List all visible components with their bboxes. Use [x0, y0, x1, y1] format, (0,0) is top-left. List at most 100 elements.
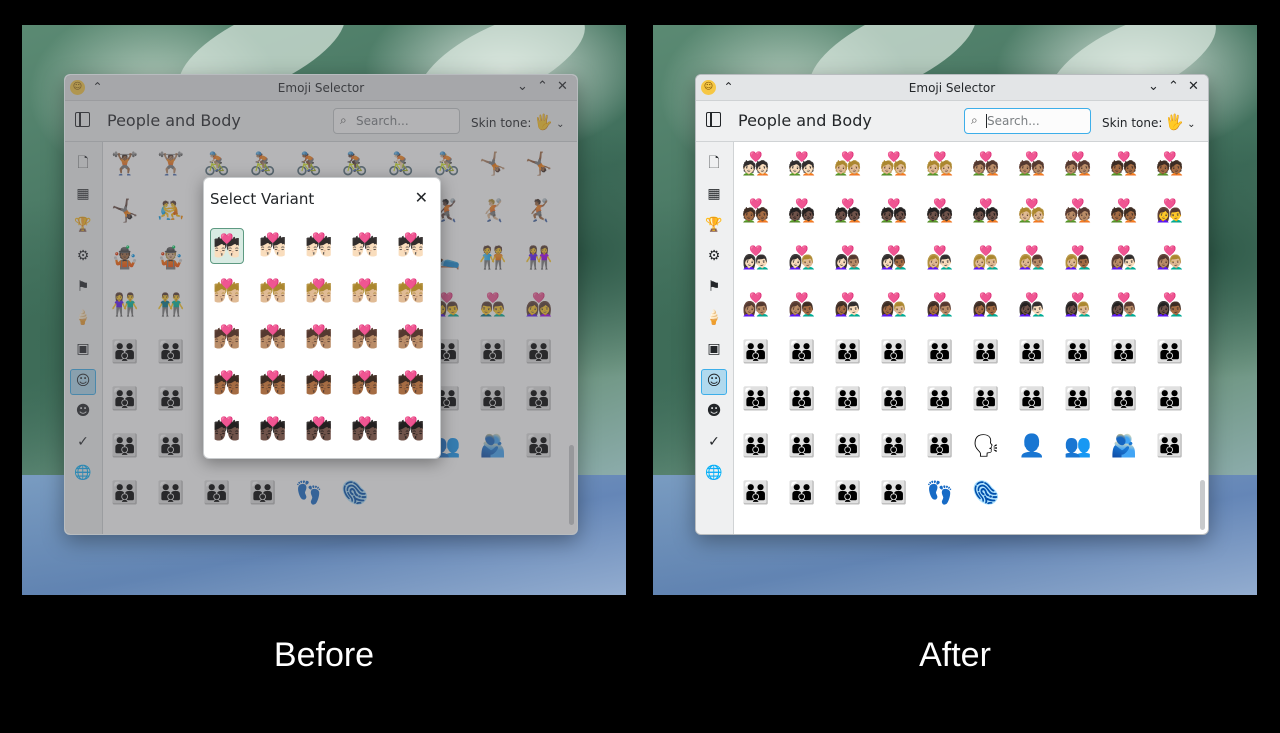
emoji-cell[interactable]: 👪 [922, 382, 958, 418]
variant-cell[interactable]: 💏🏿 [394, 412, 428, 448]
variant-cell[interactable]: 💏🏽 [210, 320, 244, 356]
emoji-cell[interactable]: 💑🏾 [1106, 194, 1142, 230]
emoji-cell[interactable]: 👪 [1106, 382, 1142, 418]
variant-cell[interactable]: 💏🏼 [394, 274, 428, 310]
emoji-cell[interactable]: 👪 [876, 476, 912, 512]
emoji-cell[interactable]: 👪 [784, 382, 820, 418]
variant-cell[interactable]: 💏🏿 [302, 412, 336, 448]
variant-cell[interactable]: 💏🏾 [256, 366, 290, 402]
emoji-cell[interactable]: 👩🏻‍❤️‍👨🏾 [876, 241, 912, 277]
variant-cell[interactable]: 💏🏿 [348, 412, 382, 448]
emoji-cell[interactable]: 👩🏼‍❤️‍👨🏾 [1060, 241, 1096, 277]
emoji-cell[interactable]: 👩🏾‍❤️‍👨🏼 [876, 288, 912, 324]
emoji-cell[interactable]: 💑🏼 [922, 147, 958, 183]
emoji-cell[interactable]: 🫆 [968, 476, 1004, 512]
recent-icon[interactable]: 🗋 [703, 152, 725, 174]
emoji-cell[interactable]: 👩🏻‍❤️‍👨🏼 [784, 241, 820, 277]
emoji-cell[interactable]: 💑🏽 [968, 147, 1004, 183]
variant-cell[interactable]: 💏🏾 [348, 366, 382, 402]
checkmark-icon[interactable]: ✓ [703, 431, 725, 453]
emoji-cell[interactable]: 👪 [784, 476, 820, 512]
emoji-cell[interactable]: 👩🏼‍❤️‍👨🏼 [968, 241, 1004, 277]
emoji-cell[interactable]: 🫂 [1106, 429, 1142, 465]
emoji-cell[interactable]: 👩🏼‍❤️‍👨🏽 [1014, 241, 1050, 277]
variant-cell[interactable]: 💏🏼 [210, 274, 244, 310]
emoji-cell[interactable]: 💑🏻 [738, 147, 774, 183]
emoji-cell[interactable]: 👪 [738, 476, 774, 512]
variant-cell[interactable]: 💏🏻 [348, 228, 382, 264]
emoji-cell[interactable]: 👩🏿‍❤️‍👨🏻 [1014, 288, 1050, 324]
emoji-cell[interactable]: 👩🏼‍❤️‍👨🏻 [922, 241, 958, 277]
globe-icon[interactable]: 🌐 [703, 462, 725, 484]
variant-cell[interactable]: 💏🏻 [210, 228, 244, 264]
variant-cell[interactable]: 💏🏿 [210, 412, 244, 448]
scrollbar[interactable] [1200, 480, 1205, 530]
emoji-cell[interactable]: 👪 [876, 382, 912, 418]
emoji-cell[interactable]: 👪 [1060, 382, 1096, 418]
emoji-cell[interactable]: 👤 [1014, 429, 1050, 465]
variant-cell[interactable]: 💏🏻 [394, 228, 428, 264]
emoji-cell[interactable]: 💑🏼 [1014, 194, 1050, 230]
emoji-cell[interactable]: 👪 [784, 429, 820, 465]
emoji-cell[interactable]: 👪 [922, 335, 958, 371]
variant-cell[interactable]: 💏🏼 [256, 274, 290, 310]
emoji-cell[interactable]: 💑🏾 [1106, 147, 1142, 183]
emoji-cell[interactable]: 👪 [738, 429, 774, 465]
emoji-cell[interactable]: 👪 [830, 335, 866, 371]
emoji-cell[interactable]: 👩🏻‍❤️‍👨🏽 [830, 241, 866, 277]
close-button[interactable]: ✕ [1186, 79, 1201, 94]
emoji-cell[interactable]: 👩‍❤️‍👨 [1152, 194, 1188, 230]
emoji-cell[interactable]: 💑🏽 [1060, 147, 1096, 183]
emoji-cell[interactable]: 💑🏽 [1060, 194, 1096, 230]
flag-icon[interactable]: ⚑ [703, 276, 725, 298]
emoji-cell[interactable]: 👪 [830, 382, 866, 418]
emoji-cell[interactable]: 👩🏿‍❤️‍👨🏾 [1152, 288, 1188, 324]
emoji-cell[interactable]: 👩🏽‍❤️‍👨🏽 [738, 288, 774, 324]
variant-cell[interactable]: 💏🏽 [394, 320, 428, 356]
emoji-cell[interactable]: 💑🏿 [968, 194, 1004, 230]
emoji-cell[interactable]: 💑🏻 [784, 147, 820, 183]
emoji-cell[interactable]: 👪 [1152, 335, 1188, 371]
variant-cell[interactable]: 💏🏻 [302, 228, 336, 264]
variant-cell[interactable]: 💏🏻 [256, 228, 290, 264]
maximize-button[interactable]: ⌃ [1166, 79, 1181, 94]
variant-cell[interactable]: 💏🏿 [256, 412, 290, 448]
emoji-cell[interactable]: 💑🏿 [830, 194, 866, 230]
search-input[interactable]: ⌕ Search... [964, 108, 1091, 134]
emoji-cell[interactable]: 👪 [738, 335, 774, 371]
variant-cell[interactable]: 💏🏽 [302, 320, 336, 356]
emoji-cell[interactable]: 👪 [876, 429, 912, 465]
symbols-icon[interactable]: ▣ [703, 338, 725, 360]
emoji-cell[interactable]: 👥 [1060, 429, 1096, 465]
emoji-cell[interactable]: 👪 [876, 335, 912, 371]
emoji-cell[interactable]: 👪 [968, 335, 1004, 371]
emoji-cell[interactable]: 💑🏽 [1014, 147, 1050, 183]
variant-cell[interactable]: 💏🏾 [302, 366, 336, 402]
emoji-cell[interactable]: 👩🏾‍❤️‍👨🏻 [830, 288, 866, 324]
emoji-cell[interactable]: 👪 [738, 382, 774, 418]
trophy-icon[interactable]: 🏆 [703, 214, 725, 236]
variant-cell[interactable]: 💏🏼 [302, 274, 336, 310]
variant-cell[interactable]: 💏🏽 [348, 320, 382, 356]
emoji-cell[interactable]: 💑🏿 [876, 194, 912, 230]
emoji-cell[interactable]: 👪 [784, 335, 820, 371]
variant-cell[interactable]: 💏🏾 [394, 366, 428, 402]
variant-cell[interactable]: 💏🏼 [348, 274, 382, 310]
emoji-cell[interactable]: 👪 [1152, 429, 1188, 465]
skin-tone-selector[interactable]: Skin tone: 🖐 ⌄ [1102, 113, 1195, 131]
emoji-cell[interactable]: 👩🏽‍❤️‍👨🏼 [1152, 241, 1188, 277]
emoji-cell[interactable]: 👪 [1060, 335, 1096, 371]
emoji-cell[interactable]: 👩🏽‍❤️‍👨🏻 [1106, 241, 1142, 277]
dialog-close-icon[interactable]: ✕ [415, 188, 428, 207]
emoji-cell[interactable]: 💑🏿 [784, 194, 820, 230]
emoji-cell[interactable]: 👩🏿‍❤️‍👨🏽 [1106, 288, 1142, 324]
variant-cell[interactable]: 💏🏾 [210, 366, 244, 402]
emoji-cell[interactable]: 👪 [922, 429, 958, 465]
emoji-cell[interactable]: 👪 [1106, 335, 1142, 371]
emoji-cell[interactable]: 👪 [1152, 382, 1188, 418]
minimize-button[interactable]: ⌄ [1146, 79, 1161, 94]
gear-icon[interactable]: ⚙ [703, 245, 725, 267]
sidebar-toggle-icon[interactable] [706, 112, 721, 127]
emoji-cell[interactable]: 👩🏿‍❤️‍👨🏼 [1060, 288, 1096, 324]
emoji-cell[interactable]: 💑🏾 [738, 194, 774, 230]
